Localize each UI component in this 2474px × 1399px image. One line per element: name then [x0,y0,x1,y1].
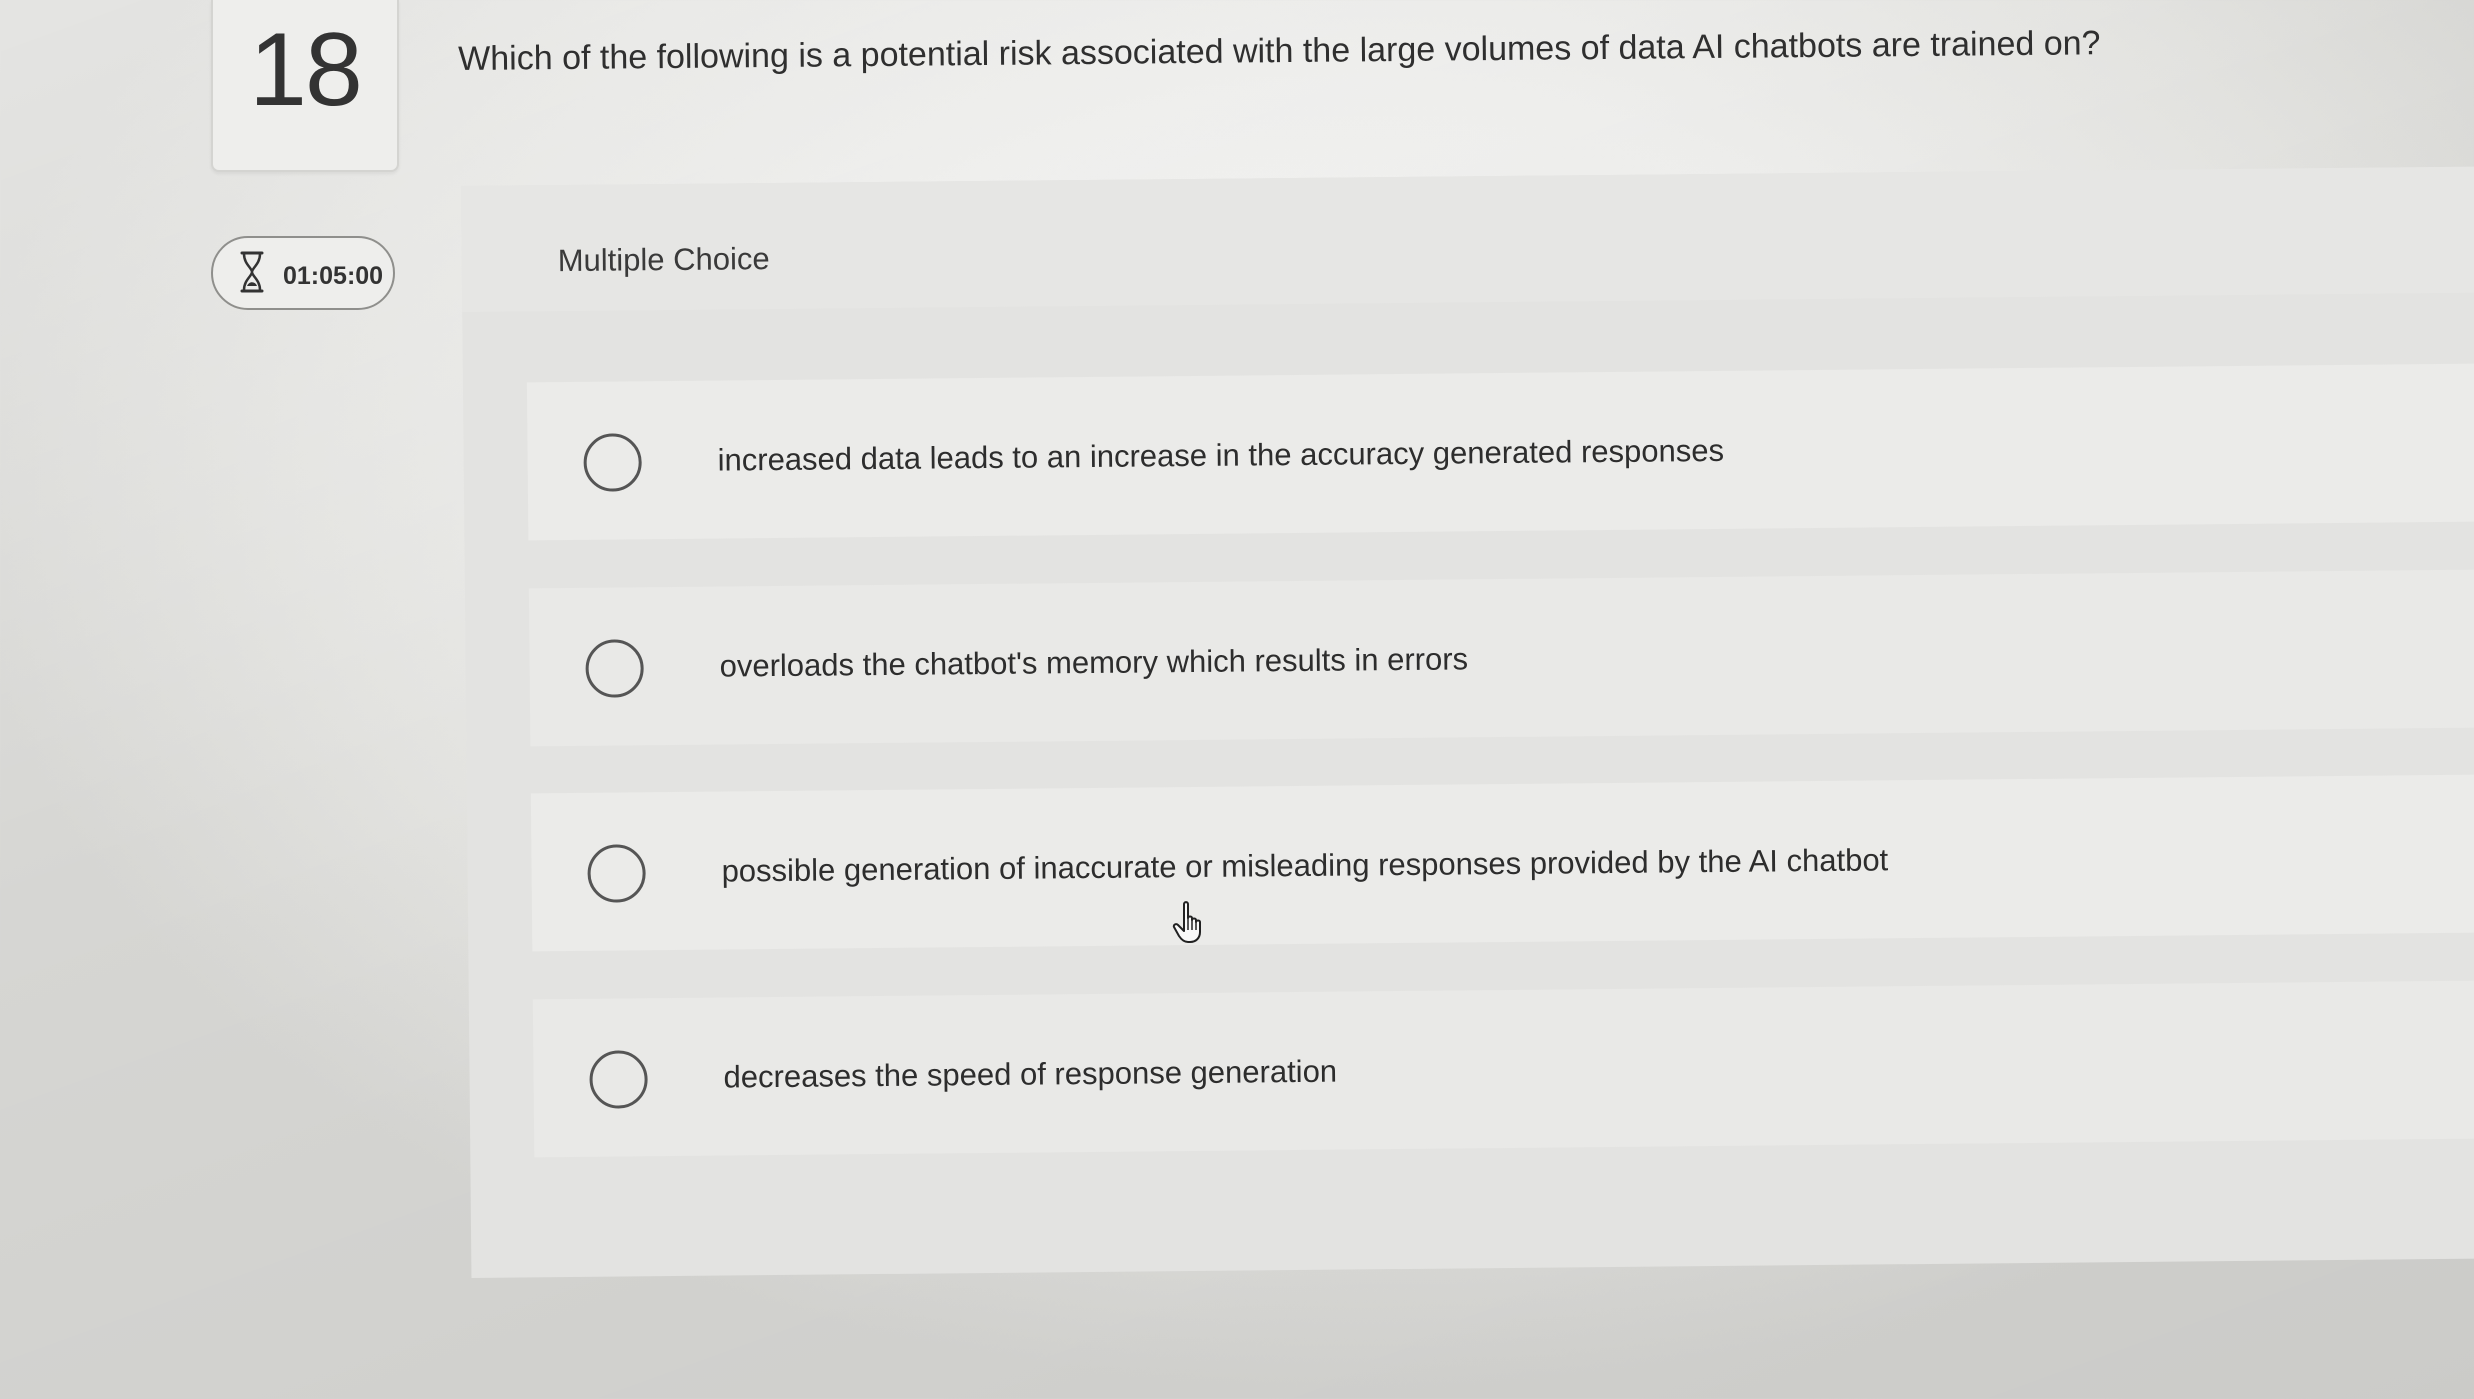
answer-option-label-1: increased data leads to an increase in t… [717,432,1725,478]
answer-panel: Multiple Choice increased data leads to … [461,166,2474,1278]
answer-option-label-4: decreases the speed of response generati… [723,1053,1338,1095]
question-number-badge: 18 [211,0,399,172]
hand-pointer-cursor-icon [1172,901,1201,943]
answer-option-label-2: overloads the chatbot's memory which res… [719,641,1469,684]
timer-text: 01:05:00 [283,262,384,290]
panel-header: Multiple Choice [461,166,2474,312]
answer-option-label-3: possible generation of inaccurate or mis… [721,842,1889,889]
question-text: Which of the following is a potential ri… [458,24,2101,78]
hourglass-icon [240,251,264,293]
answer-option-4[interactable]: decreases the speed of response generati… [532,980,2474,1158]
radio-button-3[interactable] [587,844,646,903]
answer-option-1[interactable]: increased data leads to an increase in t… [526,363,2474,541]
radio-button-2[interactable] [585,639,644,698]
question-type-label: Multiple Choice [557,241,770,279]
question-number: 18 [249,12,363,128]
radio-button-1[interactable] [583,433,642,492]
answer-option-2[interactable]: overloads the chatbot's memory which res… [528,569,2474,747]
radio-button-4[interactable] [589,1050,648,1109]
timer-badge: 01:05:00 [211,236,395,310]
answer-option-3[interactable]: possible generation of inaccurate or mis… [530,774,2474,952]
